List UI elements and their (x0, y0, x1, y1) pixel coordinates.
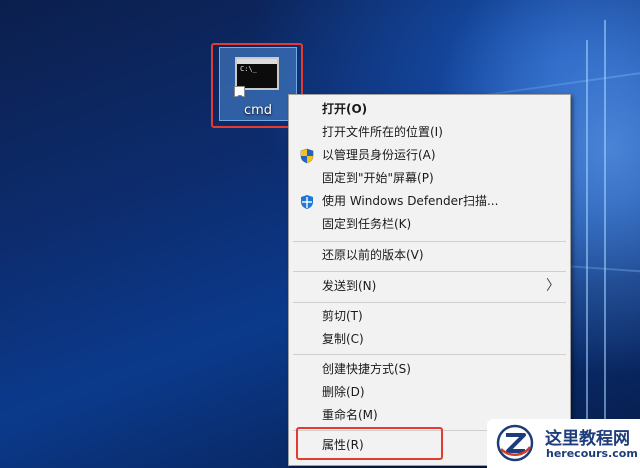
menu-item-pin-to-start[interactable]: 固定到"开始"屏幕(P) (289, 167, 570, 190)
chevron-right-icon: 〉 (546, 278, 560, 294)
menu-item-restore-previous-versions[interactable]: 还原以前的版本(V) (289, 244, 570, 267)
console-titlebar (237, 59, 277, 64)
menu-item-cut[interactable]: 剪切(T) (289, 305, 570, 328)
menu-separator (293, 302, 566, 303)
context-menu: 打开(O) 打开文件所在的位置(I) 以管理员身份运行(A) 固定到"开始"屏幕… (288, 94, 571, 466)
menu-separator (293, 241, 566, 242)
menu-item-create-shortcut[interactable]: 创建快捷方式(S) (289, 358, 570, 381)
menu-item-copy[interactable]: 复制(C) (289, 328, 570, 351)
watermark-url: herecours.com (546, 447, 638, 460)
menu-item-label: 固定到任务栏(K) (322, 217, 412, 231)
menu-item-label: 固定到"开始"屏幕(P) (322, 171, 434, 185)
uac-shield-icon (299, 148, 315, 164)
menu-item-open-file-location[interactable]: 打开文件所在的位置(I) (289, 121, 570, 144)
menu-item-run-as-admin[interactable]: 以管理员身份运行(A) (289, 144, 570, 167)
windows-defender-icon (299, 194, 315, 210)
menu-item-open[interactable]: 打开(O) (289, 98, 570, 121)
menu-item-label: 重命名(M) (322, 408, 378, 422)
properties-highlight-box (296, 427, 443, 460)
menu-item-defender-scan[interactable]: 使用 Windows Defender扫描... (289, 190, 570, 213)
wallpaper-window-pane (586, 40, 588, 420)
menu-item-label: 发送到(N) (322, 279, 377, 293)
menu-item-label: 剪切(T) (322, 309, 363, 323)
menu-item-label: 打开(O) (322, 102, 368, 116)
menu-item-label: 以管理员身份运行(A) (322, 148, 436, 162)
menu-item-label: 使用 Windows Defender扫描... (322, 194, 499, 208)
menu-item-pin-to-taskbar[interactable]: 固定到任务栏(K) (289, 213, 570, 236)
menu-item-delete[interactable]: 删除(D) (289, 381, 570, 404)
wallpaper-window-pane (604, 20, 606, 450)
watermark-title: 这里教程网 (545, 429, 630, 449)
menu-item-send-to[interactable]: 发送到(N) 〉 (289, 275, 570, 298)
cmd-desktop-shortcut[interactable]: C:\_ cmd (219, 47, 297, 121)
menu-item-label: 还原以前的版本(V) (322, 248, 424, 262)
menu-separator (293, 271, 566, 272)
menu-item-label: 删除(D) (322, 385, 365, 399)
menu-item-label: 创建快捷方式(S) (322, 362, 411, 376)
console-prompt-text: C:\_ (240, 65, 257, 73)
site-watermark: 这里教程网 herecours.com (487, 419, 640, 468)
menu-item-label: 打开文件所在的位置(I) (322, 125, 443, 139)
desktop-background: C:\_ cmd 打开(O) 打开文件所在的位置(I) 以管理员身份运行(A) … (0, 0, 640, 468)
site-logo-icon (495, 423, 535, 463)
shortcut-arrow-icon (234, 86, 245, 101)
menu-separator (293, 354, 566, 355)
cmd-icon-label: cmd (243, 103, 273, 118)
menu-item-label: 复制(C) (322, 332, 364, 346)
